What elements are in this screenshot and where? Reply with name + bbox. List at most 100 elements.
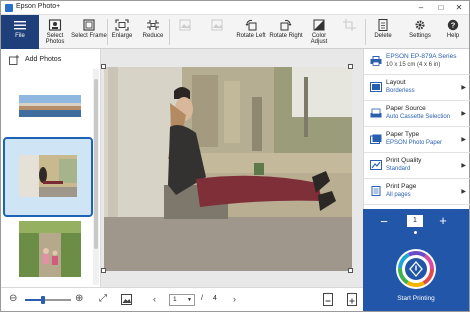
app-icon <box>5 4 13 12</box>
chevron-down-icon: ▼ <box>187 297 192 303</box>
rotate-left-button[interactable]: Rotate Left <box>233 15 269 49</box>
scrollbar-thumb[interactable] <box>94 79 98 249</box>
copies-input[interactable]: 1 <box>407 215 423 227</box>
select-frame-button[interactable]: Select Frame <box>71 15 107 49</box>
chevron-right-icon: ▶ <box>461 163 466 169</box>
color-adjust-button[interactable]: Color Adjust <box>303 15 335 49</box>
printer-selector[interactable]: EPSON EP-879A Series 10 x 15 cm (4 x 6 i… <box>364 49 470 75</box>
crop-button[interactable] <box>335 15 365 49</box>
printer-name: EPSON EP-879A Series <box>386 53 457 60</box>
paper-type-icon <box>370 134 382 144</box>
resize-handle[interactable] <box>101 64 106 69</box>
settings-button[interactable]: Settings <box>403 15 437 49</box>
increase-copies-button[interactable]: + <box>437 214 449 227</box>
rotate-right-icon <box>280 19 292 31</box>
layout-value: Borderless <box>386 88 415 94</box>
print-page-icon <box>371 186 381 196</box>
resize-handle[interactable] <box>348 64 353 69</box>
paper-source-label: Paper Source <box>386 105 426 112</box>
disabled-tool-button[interactable] <box>201 15 233 49</box>
gear-icon <box>415 20 425 30</box>
chevron-right-icon: ▶ <box>461 137 466 143</box>
thumbnail-scrollbar[interactable] <box>93 69 99 285</box>
photo-thumbnail[interactable] <box>19 95 81 117</box>
help-icon: ? <box>447 19 459 31</box>
total-pages: 4 <box>213 295 217 302</box>
disabled-tool-button[interactable] <box>169 15 201 49</box>
zoom-out-icon[interactable]: ⊖ <box>9 294 17 304</box>
layout-icon <box>370 82 382 92</box>
print-quality-setting[interactable]: Print Quality Standard ▶ <box>364 153 470 179</box>
paper-source-setting[interactable]: Paper Source Auto Cassette Selection ▶ <box>364 101 470 127</box>
start-printing-label: Start Printing <box>397 295 435 302</box>
fit-to-screen-icon[interactable]: ⤢ <box>99 294 107 304</box>
menu-icon <box>14 21 26 30</box>
crop-icon <box>343 19 356 31</box>
preview-photo[interactable] <box>104 67 352 271</box>
remove-page-icon[interactable] <box>323 293 333 306</box>
print-settings-panel: EPSON EP-879A Series 10 x 15 cm (4 x 6 i… <box>363 49 470 209</box>
rotate-left-icon <box>245 19 257 31</box>
file-label: File <box>15 33 25 39</box>
add-photo-icon <box>9 55 19 65</box>
file-button[interactable]: File <box>1 15 39 49</box>
close-icon[interactable]: ✕ <box>453 2 465 13</box>
chevron-right-icon: ▶ <box>461 85 466 91</box>
printer-icon <box>370 56 382 66</box>
settings-label: Settings <box>409 33 431 39</box>
paper-source-value: Auto Cassette Selection <box>386 114 451 120</box>
chevron-right-icon: ▶ <box>461 189 466 195</box>
app-window: Epson Photo+ – □ ✕ File Select Photos Se… <box>0 0 470 312</box>
rotate-right-button[interactable]: Rotate Right <box>269 15 303 49</box>
rotate-right-label: Rotate Right <box>269 33 303 39</box>
delete-button[interactable]: Delete <box>365 15 401 49</box>
select-photos-label: Select Photos <box>45 33 65 45</box>
paper-type-setting[interactable]: Paper Type EPSON Photo Paper ▶ <box>364 127 470 153</box>
help-button[interactable]: ? Help <box>437 15 469 49</box>
color-adjust-label: Color Adjust <box>310 33 328 45</box>
page-separator: / <box>201 295 203 302</box>
start-printing-button[interactable] <box>396 249 436 289</box>
enlarge-button[interactable]: Enlarge <box>107 15 137 49</box>
image-tool-icon <box>179 19 191 31</box>
selected-photo-thumbnail[interactable] <box>3 137 93 217</box>
paper-source-icon <box>370 108 382 118</box>
zoom-slider-handle[interactable] <box>41 296 46 304</box>
resize-handle[interactable] <box>101 268 106 273</box>
print-page-setting[interactable]: Print Page All pages ▶ <box>364 179 470 205</box>
print-page-value: All pages <box>386 192 411 198</box>
decrease-copies-button[interactable]: − <box>379 215 389 228</box>
reduce-label: Reduce <box>142 33 164 39</box>
print-start-icon <box>398 251 434 287</box>
next-page-icon[interactable]: › <box>233 294 236 304</box>
color-adjust-icon <box>313 19 325 31</box>
select-photos-button[interactable]: Select Photos <box>39 15 71 49</box>
minimize-icon[interactable]: – <box>415 2 427 13</box>
reduce-icon <box>147 20 159 30</box>
current-page: 1 <box>173 296 177 303</box>
print-quality-label: Print Quality <box>386 157 422 164</box>
page-selector[interactable]: 1 ▼ <box>169 294 195 306</box>
preview-canvas <box>101 49 363 287</box>
image-view-icon[interactable] <box>121 294 132 305</box>
layout-label: Layout <box>386 79 406 86</box>
add-page-icon[interactable] <box>347 293 357 306</box>
photo-icon <box>48 19 62 31</box>
rotate-left-label: Rotate Left <box>236 33 266 39</box>
select-frame-label: Select Frame <box>71 33 107 39</box>
print-page-label: Print Page <box>386 183 417 190</box>
layout-setting[interactable]: Layout Borderless ▶ <box>364 75 470 101</box>
print-quality-value: Standard <box>386 166 411 172</box>
resize-handle[interactable] <box>348 268 353 273</box>
indicator-dot <box>414 231 417 234</box>
paper-type-label: Paper Type <box>386 131 420 138</box>
svg-text:?: ? <box>451 21 456 30</box>
reduce-button[interactable]: Reduce <box>137 15 169 49</box>
photo-thumbnail[interactable] <box>19 221 81 277</box>
photo-thumbnail-image <box>19 155 77 197</box>
paper-size: 10 x 15 cm (4 x 6 in) <box>386 62 441 68</box>
add-photos-label: Add Photos <box>25 56 62 63</box>
maximize-icon[interactable]: □ <box>435 2 447 13</box>
zoom-in-icon[interactable]: ⊕ <box>75 294 83 304</box>
previous-page-icon[interactable]: ‹ <box>153 294 156 304</box>
